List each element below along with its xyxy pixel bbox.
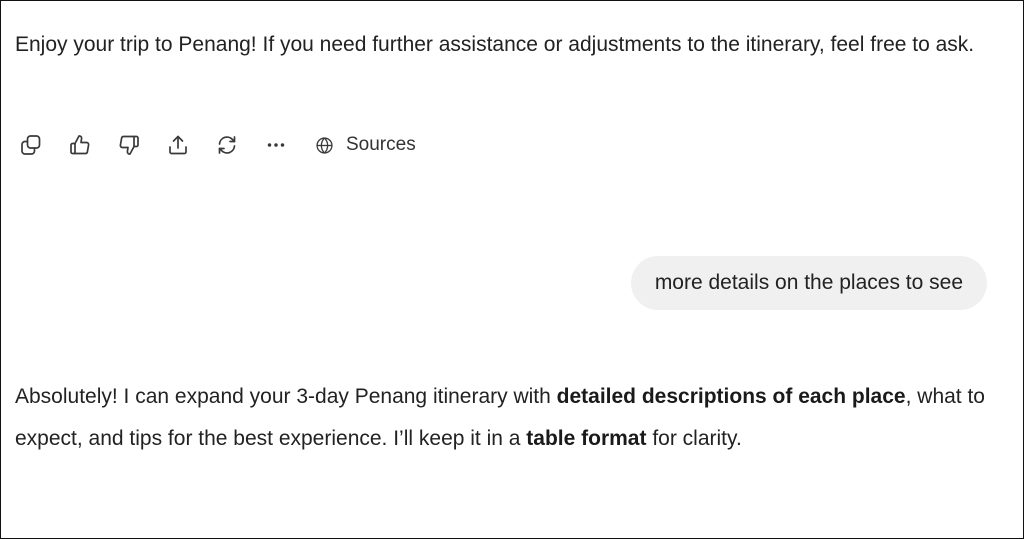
bold-text: table format [526, 427, 647, 450]
share-icon [169, 135, 187, 155]
share-button[interactable] [162, 129, 194, 161]
assistant-message: Absolutely! I can expand your 3-day Pena… [15, 376, 1010, 460]
regenerate-button[interactable] [211, 129, 243, 161]
bad-response-button[interactable] [113, 129, 145, 161]
thumbs-up-icon [70, 135, 90, 155]
user-message-bubble: more details on the places to see [630, 256, 987, 310]
message-actions-bar: Sources [15, 129, 416, 161]
bold-text: detailed descriptions of each place [556, 385, 906, 408]
good-response-button[interactable] [64, 129, 96, 161]
assistant-message: Enjoy your trip to Penang! If you need f… [15, 24, 1005, 66]
globe-icon [316, 136, 333, 154]
chat-window: Enjoy your trip to Penang! If you need f… [0, 0, 1024, 539]
user-message-text: more details on the places to see [654, 271, 963, 294]
sources-label: Sources [346, 134, 416, 155]
assistant-message-text: Enjoy your trip to Penang! If you need f… [15, 33, 975, 56]
thumbs-down-icon [119, 135, 139, 155]
sources-button[interactable]: Sources [314, 129, 416, 161]
more-options-button[interactable] [260, 129, 292, 161]
copy-button[interactable] [15, 129, 47, 161]
assistant-message-segment: for clarity. [646, 427, 742, 450]
copy-icon [21, 135, 41, 155]
more-icon [267, 143, 285, 147]
regenerate-icon [218, 136, 236, 154]
assistant-message-segment: Absolutely! I can expand your 3-day Pena… [15, 385, 557, 408]
